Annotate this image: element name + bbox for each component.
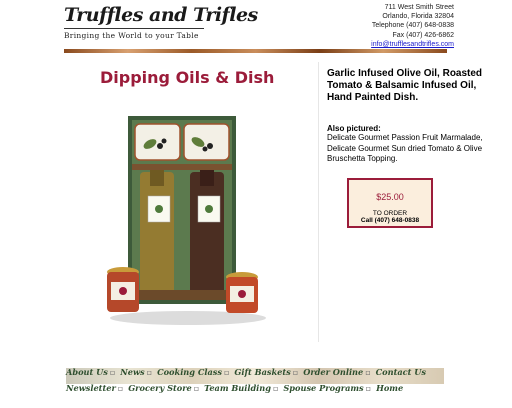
nav-separator: ▫ <box>109 367 116 377</box>
nav-separator: ▫ <box>365 367 371 377</box>
nav-gift-baskets[interactable]: Gift Baskets <box>234 367 290 377</box>
nav-row-primary: About Us ▫ News ▫ Cooking Class ▫ Gift Bask… <box>66 367 426 377</box>
product-description: Garlic Infused Olive Oil, Roasted Tomato… <box>327 68 483 103</box>
nav-cooking-class[interactable]: Cooking Class <box>157 367 222 377</box>
to-order-label: TO ORDER <box>372 210 408 217</box>
nav-grocery-store[interactable]: Grocery Store <box>128 383 192 393</box>
address-fax: Fax (407) 426-6862 <box>392 31 454 39</box>
nav-separator: ▫ <box>223 367 230 377</box>
also-pictured-label: Also pictured: <box>327 124 381 133</box>
address-telephone: Telephone (407) 648-0838 <box>371 22 454 30</box>
nav-contact-us[interactable]: Contact Us <box>376 367 426 377</box>
nav-order-online[interactable]: Order Online <box>303 367 363 377</box>
also-pictured-text: Delicate Gourmet Passion Fruit Marmalade… <box>327 133 483 163</box>
column-divider <box>318 62 319 342</box>
nav-spouse-programs[interactable]: Spouse Programs <box>283 383 363 393</box>
nav-about-us[interactable]: About Us <box>66 367 108 377</box>
nav-team-building[interactable]: Team Building <box>204 383 271 393</box>
address-city: Orlando, Florida 32804 <box>382 13 454 21</box>
nav-separator: ▫ <box>272 383 279 393</box>
nav-home[interactable]: Home <box>376 383 403 393</box>
product-title: Dipping Oils & Dish <box>100 68 275 87</box>
nav-separator: ▫ <box>365 383 372 393</box>
call-phone: Call (407) 648-0838 <box>360 217 420 224</box>
email-link[interactable]: info@trufflesandtrifles.com <box>371 41 454 48</box>
nav-row-secondary: Newsletter ▫ Grocery Store ▫ Team Building… <box>66 383 403 393</box>
price: $25.00 <box>376 192 404 202</box>
price-box[interactable]: $25.00 TO ORDER Call (407) 648-0838 <box>347 178 433 228</box>
nav-separator: ▫ <box>292 367 299 377</box>
nav-separator: ▫ <box>193 383 200 393</box>
logo-divider <box>64 28 204 29</box>
address-street: 711 West Smith Street <box>384 4 454 11</box>
header-wood-bar <box>64 49 447 53</box>
nav-separator: ▫ <box>146 367 153 377</box>
nav-separator: ▫ <box>117 383 124 393</box>
logo-title[interactable]: Truffles and Trifles <box>64 4 258 26</box>
contact-address: 711 West Smith Street Orlando, Florida 3… <box>371 3 454 49</box>
logo-tagline: Bringing the World to your Table <box>64 31 199 40</box>
product-photo <box>107 116 266 325</box>
nav-newsletter[interactable]: Newsletter <box>66 383 116 393</box>
nav-news[interactable]: News <box>120 367 144 377</box>
